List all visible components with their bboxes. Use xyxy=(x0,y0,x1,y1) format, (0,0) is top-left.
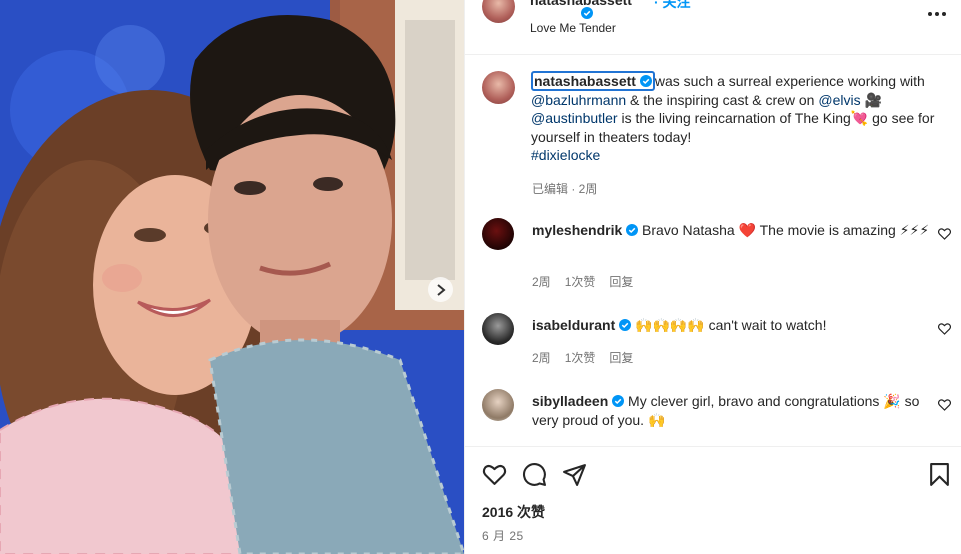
comment-username[interactable]: myleshendrik xyxy=(532,222,622,238)
comment-meta: 2周 1次赞 回复 xyxy=(532,349,647,366)
comment-username[interactable]: isabeldurant xyxy=(532,317,615,333)
commenter-avatar[interactable] xyxy=(482,218,514,250)
more-horizontal-icon[interactable] xyxy=(927,9,947,19)
mention-link[interactable]: @austinbutler xyxy=(531,110,618,126)
caption-meta: 已编辑 · 2周 xyxy=(532,182,598,196)
post-caption: natashabassett was such a surreal experi… xyxy=(531,71,941,165)
caption-username[interactable]: natashabassett xyxy=(531,71,655,91)
comment-likes[interactable]: 1次赞 xyxy=(565,275,596,289)
comment-meta: 2周 1次赞 回复 xyxy=(532,273,647,290)
next-photo-button[interactable] xyxy=(428,277,453,302)
author-avatar[interactable] xyxy=(482,0,515,23)
like-comment-heart-icon[interactable] xyxy=(938,323,951,335)
commenter-avatar[interactable] xyxy=(482,389,514,421)
verified-badge-icon xyxy=(619,319,632,331)
verified-badge-icon xyxy=(639,75,652,87)
comment-time: 2周 xyxy=(532,275,551,289)
verified-badge-icon xyxy=(581,7,593,19)
commenter-avatar[interactable] xyxy=(482,313,514,345)
caption-text: was such a surreal experience working wi… xyxy=(654,73,925,89)
heart-icon[interactable] xyxy=(482,462,507,487)
like-count[interactable]: 2016 次赞 xyxy=(482,502,545,522)
post-detail-panel: natashabassett · 关注 Love Me Tender natas… xyxy=(464,0,961,554)
comment-time: 2周 xyxy=(532,351,551,365)
post-photo[interactable] xyxy=(0,0,464,554)
bookmark-icon[interactable] xyxy=(927,462,952,487)
post-date[interactable]: 6 月 25 xyxy=(482,527,524,544)
post-header: natashabassett · 关注 Love Me Tender xyxy=(465,0,961,55)
comment-body: 🙌🙌🙌🙌 can't wait to watch! xyxy=(635,317,827,333)
location-link[interactable]: Love Me Tender xyxy=(530,21,616,35)
selfie-illustration xyxy=(0,0,464,554)
reply-button[interactable]: 回复 xyxy=(609,275,633,289)
post-actions: 2016 次赞 6 月 25 xyxy=(465,446,961,554)
hashtag-link[interactable]: #dixielocke xyxy=(531,147,600,163)
mention-link[interactable]: @elvis xyxy=(818,92,860,108)
caption-text: 🎥 xyxy=(860,91,882,108)
caption-text: & the inspiring cast & crew on xyxy=(626,91,819,108)
comment-body: Bravo Natasha ❤️ The movie is amazing ⚡⚡… xyxy=(642,222,930,238)
follow-button[interactable]: · 关注 xyxy=(654,0,691,12)
mention-link[interactable]: @bazluhrmann xyxy=(531,92,626,108)
comment-likes[interactable]: 1次赞 xyxy=(565,351,596,365)
verified-badge-icon xyxy=(612,395,625,407)
comment-text: myleshendrik Bravo Natasha ❤️ The movie … xyxy=(532,221,932,240)
comment-username[interactable]: sibylladeen xyxy=(532,393,608,409)
like-comment-heart-icon[interactable] xyxy=(938,228,951,240)
comment-icon[interactable] xyxy=(522,462,547,487)
verified-badge-icon xyxy=(626,224,639,236)
comment-text: isabeldurant 🙌🙌🙌🙌 can't wait to watch! xyxy=(532,316,932,335)
like-comment-heart-icon[interactable] xyxy=(938,399,951,411)
caption-author-avatar[interactable] xyxy=(482,71,515,104)
comment-text: sibylladeen My clever girl, bravo and co… xyxy=(532,392,932,429)
reply-button[interactable]: 回复 xyxy=(609,351,633,365)
share-icon[interactable] xyxy=(562,462,587,487)
chevron-right-icon xyxy=(436,283,446,296)
